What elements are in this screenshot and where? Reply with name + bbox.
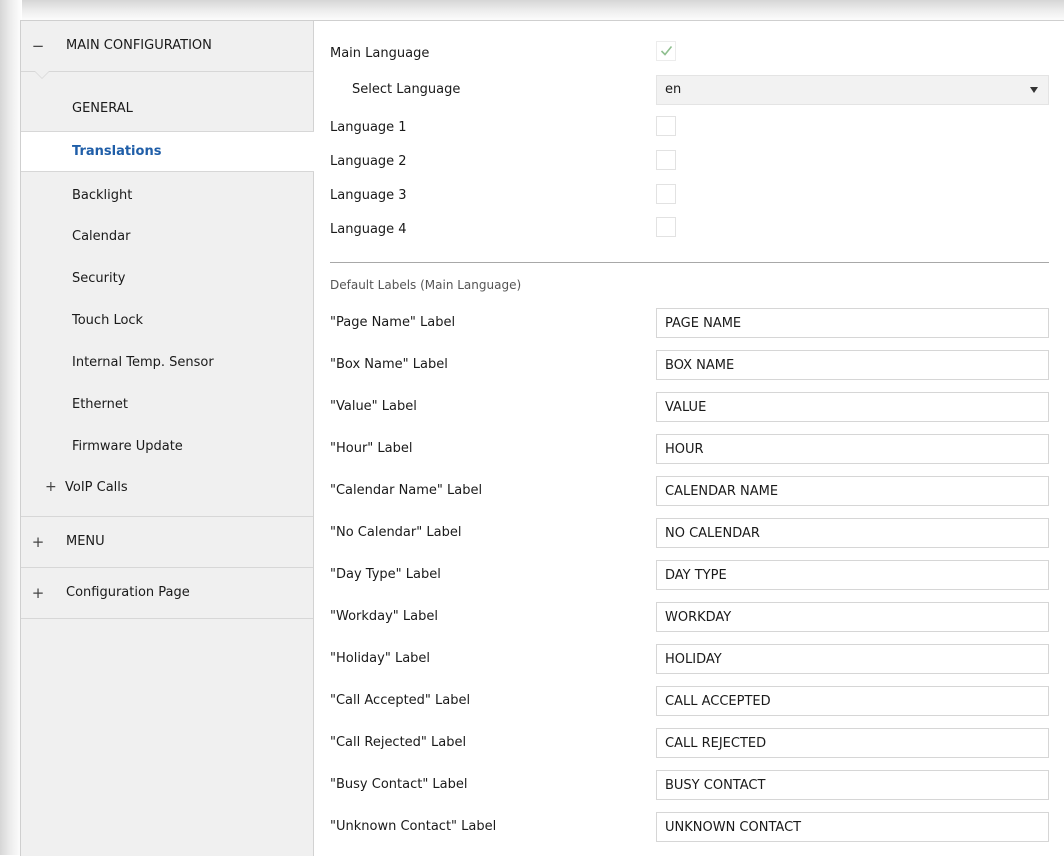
sidebar-item-voip-calls[interactable]: + VoIP Calls [21, 467, 313, 508]
language-select-value: en [665, 82, 682, 97]
sidebar-item-security[interactable]: Security [21, 258, 313, 299]
sidebar-item-internal-temp-sensor[interactable]: Internal Temp. Sensor [21, 342, 313, 383]
main-language-label: Main Language [330, 46, 430, 61]
page-name-label-input[interactable] [656, 308, 1049, 338]
field-label: "Page Name" Label [330, 315, 456, 330]
sidebar-item-label: Internal Temp. Sensor [72, 355, 214, 370]
language-4-checkbox[interactable] [656, 217, 676, 237]
sidebar-item-label: Security [72, 271, 126, 286]
section-divider [330, 262, 1049, 263]
sidebar-item-firmware-update[interactable]: Firmware Update [21, 426, 313, 467]
sidebar-item-label: GENERAL [72, 101, 133, 116]
sidebar-section-label: MENU [66, 534, 105, 549]
day-type-label-input[interactable] [656, 560, 1049, 590]
field-label: "Box Name" Label [330, 357, 448, 372]
sidebar-section-configuration-page[interactable]: + Configuration Page [21, 568, 313, 619]
plus-icon[interactable]: + [31, 568, 45, 618]
sidebar-item-general[interactable]: GENERAL [21, 88, 313, 129]
holiday-label-input[interactable] [656, 644, 1049, 674]
language-3-label: Language 3 [330, 188, 407, 203]
sidebar-section-label: Configuration Page [66, 585, 190, 600]
field-label: "Busy Contact" Label [330, 777, 468, 792]
field-label: "Day Type" Label [330, 567, 441, 582]
configuration-window: − MAIN CONFIGURATION GENERAL Translation… [20, 20, 1064, 856]
field-label: "No Calendar" Label [330, 525, 462, 540]
sidebar-item-label: Backlight [72, 188, 133, 203]
language-1-label: Language 1 [330, 120, 407, 135]
plus-icon[interactable]: + [45, 467, 57, 508]
field-label: "Holiday" Label [330, 651, 431, 666]
plus-icon[interactable]: + [31, 517, 45, 567]
field-label: "Unknown Contact" Label [330, 819, 497, 834]
box-name-label-input[interactable] [656, 350, 1049, 380]
sidebar-item-label: Ethernet [72, 397, 128, 412]
sidebar-item-label: VoIP Calls [65, 480, 128, 495]
language-select[interactable]: en [656, 75, 1049, 105]
field-label: "Workday" Label [330, 609, 438, 624]
check-icon [660, 45, 673, 56]
sidebar-section-menu[interactable]: + MENU [21, 516, 313, 568]
hour-label-input[interactable] [656, 434, 1049, 464]
field-label: "Value" Label [330, 399, 417, 414]
sidebar-item-label: Translations [72, 144, 162, 159]
language-1-checkbox[interactable] [656, 116, 676, 136]
no-calendar-label-input[interactable] [656, 518, 1049, 548]
workday-label-input[interactable] [656, 602, 1049, 632]
calendar-name-label-input[interactable] [656, 476, 1049, 506]
call-rejected-label-input[interactable] [656, 728, 1049, 758]
language-4-label: Language 4 [330, 222, 407, 237]
sidebar-item-label: Touch Lock [72, 313, 144, 328]
field-label: "Call Rejected" Label [330, 735, 467, 750]
sidebar-item-ethernet[interactable]: Ethernet [21, 384, 313, 425]
sidebar-item-translations[interactable]: Translations [21, 131, 314, 172]
sidebar: − MAIN CONFIGURATION GENERAL Translation… [21, 21, 314, 856]
language-2-label: Language 2 [330, 154, 407, 169]
select-language-label: Select Language [352, 82, 461, 97]
field-label: "Call Accepted" Label [330, 693, 471, 708]
sidebar-item-label: Firmware Update [72, 439, 183, 454]
busy-contact-label-input[interactable] [656, 770, 1049, 800]
value-label-input[interactable] [656, 392, 1049, 422]
minus-icon[interactable]: − [31, 21, 45, 71]
main-language-checkbox[interactable] [656, 41, 676, 61]
section-pointer [35, 71, 49, 78]
sidebar-section-main-configuration[interactable]: − MAIN CONFIGURATION [21, 21, 313, 72]
field-label: "Hour" Label [330, 441, 413, 456]
sidebar-item-calendar[interactable]: Calendar [21, 216, 313, 257]
sidebar-item-label: Calendar [72, 229, 131, 244]
language-2-checkbox[interactable] [656, 150, 676, 170]
sidebar-item-backlight[interactable]: Backlight [21, 175, 313, 216]
field-label: "Calendar Name" Label [330, 483, 483, 498]
default-labels-heading: Default Labels (Main Language) [330, 278, 522, 292]
sidebar-item-touch-lock[interactable]: Touch Lock [21, 300, 313, 341]
sidebar-section-label: MAIN CONFIGURATION [66, 38, 212, 53]
content-panel: Main Language Select Language en Languag… [314, 21, 1064, 856]
window-shadow-top [0, 0, 1064, 22]
language-3-checkbox[interactable] [656, 184, 676, 204]
call-accepted-label-input[interactable] [656, 686, 1049, 716]
chevron-down-icon [1030, 87, 1038, 93]
window-shadow-left [0, 0, 22, 855]
unknown-contact-label-input[interactable] [656, 812, 1049, 842]
